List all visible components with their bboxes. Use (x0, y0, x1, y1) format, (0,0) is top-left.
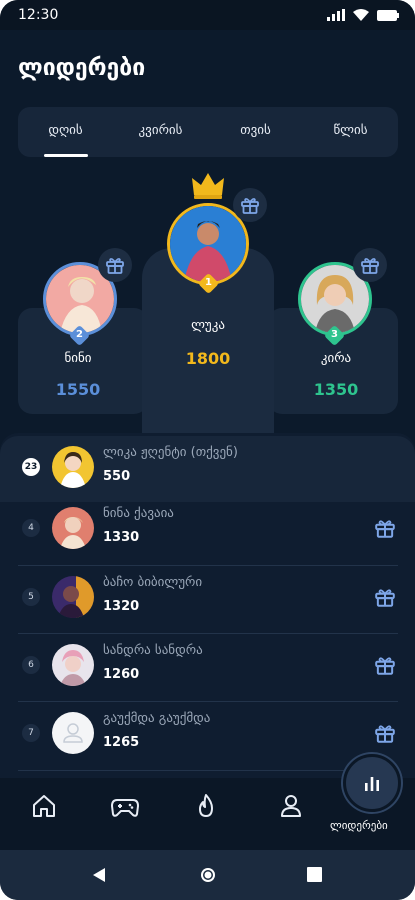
gift-button[interactable] (374, 586, 396, 612)
avatar-placeholder (52, 712, 94, 754)
status-time: 12:30 (18, 7, 59, 23)
list-item[interactable]: 6 სანდრა სანდრა 1260 (0, 634, 415, 700)
nav-home[interactable] (30, 792, 60, 822)
tab-daily[interactable]: დღის (18, 107, 113, 157)
back-icon[interactable] (92, 867, 106, 883)
user-placeholder-icon (63, 723, 83, 743)
nav-profile[interactable] (277, 792, 307, 822)
list-score: 1330 (103, 530, 140, 545)
avatar (52, 446, 94, 488)
rank-number-first: 1 (205, 277, 212, 288)
list-item-current-user[interactable]: 23 ლიკა ჟღენტი (თქვენ) 550 (0, 436, 415, 502)
list-name: გაუქმდა გაუქმდა (103, 711, 211, 726)
gift-icon (375, 520, 395, 538)
signal-icon (327, 9, 345, 21)
list-rank: 6 (22, 656, 40, 674)
list-item[interactable]: 7 გაუქმდა გაუქმდა 1265 (0, 702, 415, 768)
divider (18, 770, 398, 771)
rank-number-third: 3 (331, 329, 338, 340)
crown-icon (192, 173, 224, 199)
status-bar: 12:30 (0, 0, 415, 30)
avatar (52, 507, 94, 549)
list-item[interactable]: 4 ნინა ქავაია 1330 (0, 497, 415, 563)
avatar (52, 576, 94, 618)
list-rank: 23 (22, 458, 40, 476)
tab-weekly[interactable]: კვირის (113, 107, 208, 157)
recents-icon[interactable] (307, 867, 322, 882)
avatar (52, 644, 94, 686)
period-tabs: დღის კვირის თვის წლის (18, 107, 398, 157)
nav-trending[interactable] (192, 792, 222, 822)
nav-leaderboard-button[interactable] (343, 754, 401, 812)
list-name: ბაჩო ბიბილური (103, 575, 203, 590)
nav-leaderboard-label: ლიდერები (330, 819, 388, 832)
gift-button[interactable] (374, 517, 396, 543)
list-rank: 4 (22, 519, 40, 537)
system-nav-bar (0, 850, 415, 900)
podium-score-first: 1800 (185, 349, 231, 368)
list-score: 1260 (103, 667, 140, 682)
list-rank: 5 (22, 588, 40, 606)
gift-icon (375, 589, 395, 607)
gift-icon (375, 725, 395, 743)
podium-name-first: ლუკა (191, 318, 225, 333)
gift-icon (375, 657, 395, 675)
list-item[interactable]: 5 ბაჩო ბიბილური 1320 (0, 566, 415, 632)
gamepad-icon (110, 799, 140, 817)
tab-monthly[interactable]: თვის (208, 107, 303, 157)
podium-score-second: 1550 (55, 380, 101, 399)
gift-icon (106, 258, 124, 274)
gift-icon (241, 198, 259, 214)
gift-icon (361, 258, 379, 274)
home-icon (33, 795, 55, 817)
wifi-icon (353, 9, 369, 21)
gift-button[interactable] (374, 722, 396, 748)
podium-score-third: 1350 (313, 380, 359, 399)
status-icons (327, 9, 399, 21)
list-name: ნინა ქავაია (103, 506, 174, 521)
podium-name-third: კირა (320, 351, 352, 366)
list-score: 550 (103, 469, 131, 484)
rank-number-second: 2 (76, 329, 83, 340)
fire-icon (199, 794, 213, 817)
podium-name-second: ნინი (64, 351, 92, 366)
bar-chart-icon (365, 777, 379, 791)
home-circle-icon[interactable] (199, 866, 217, 884)
phone-screen: 12:30 ლიდერები დღის კვირის თვის წლის 1 ლ… (0, 0, 415, 900)
battery-icon (377, 9, 399, 21)
page-title: ლიდერები (18, 55, 146, 81)
list-score: 1265 (103, 735, 140, 750)
profile-icon (281, 795, 301, 817)
tab-yearly[interactable]: წლის (303, 107, 398, 157)
list-rank: 7 (22, 724, 40, 742)
gift-button-second[interactable] (98, 248, 132, 282)
list-score: 1320 (103, 599, 140, 614)
gift-button-first[interactable] (233, 188, 267, 222)
gift-button[interactable] (374, 654, 396, 680)
nav-games[interactable] (110, 792, 140, 822)
list-name: სანდრა სანდრა (103, 643, 203, 658)
list-name: ლიკა ჟღენტი (თქვენ) (103, 445, 238, 460)
gift-button-third[interactable] (353, 248, 387, 282)
